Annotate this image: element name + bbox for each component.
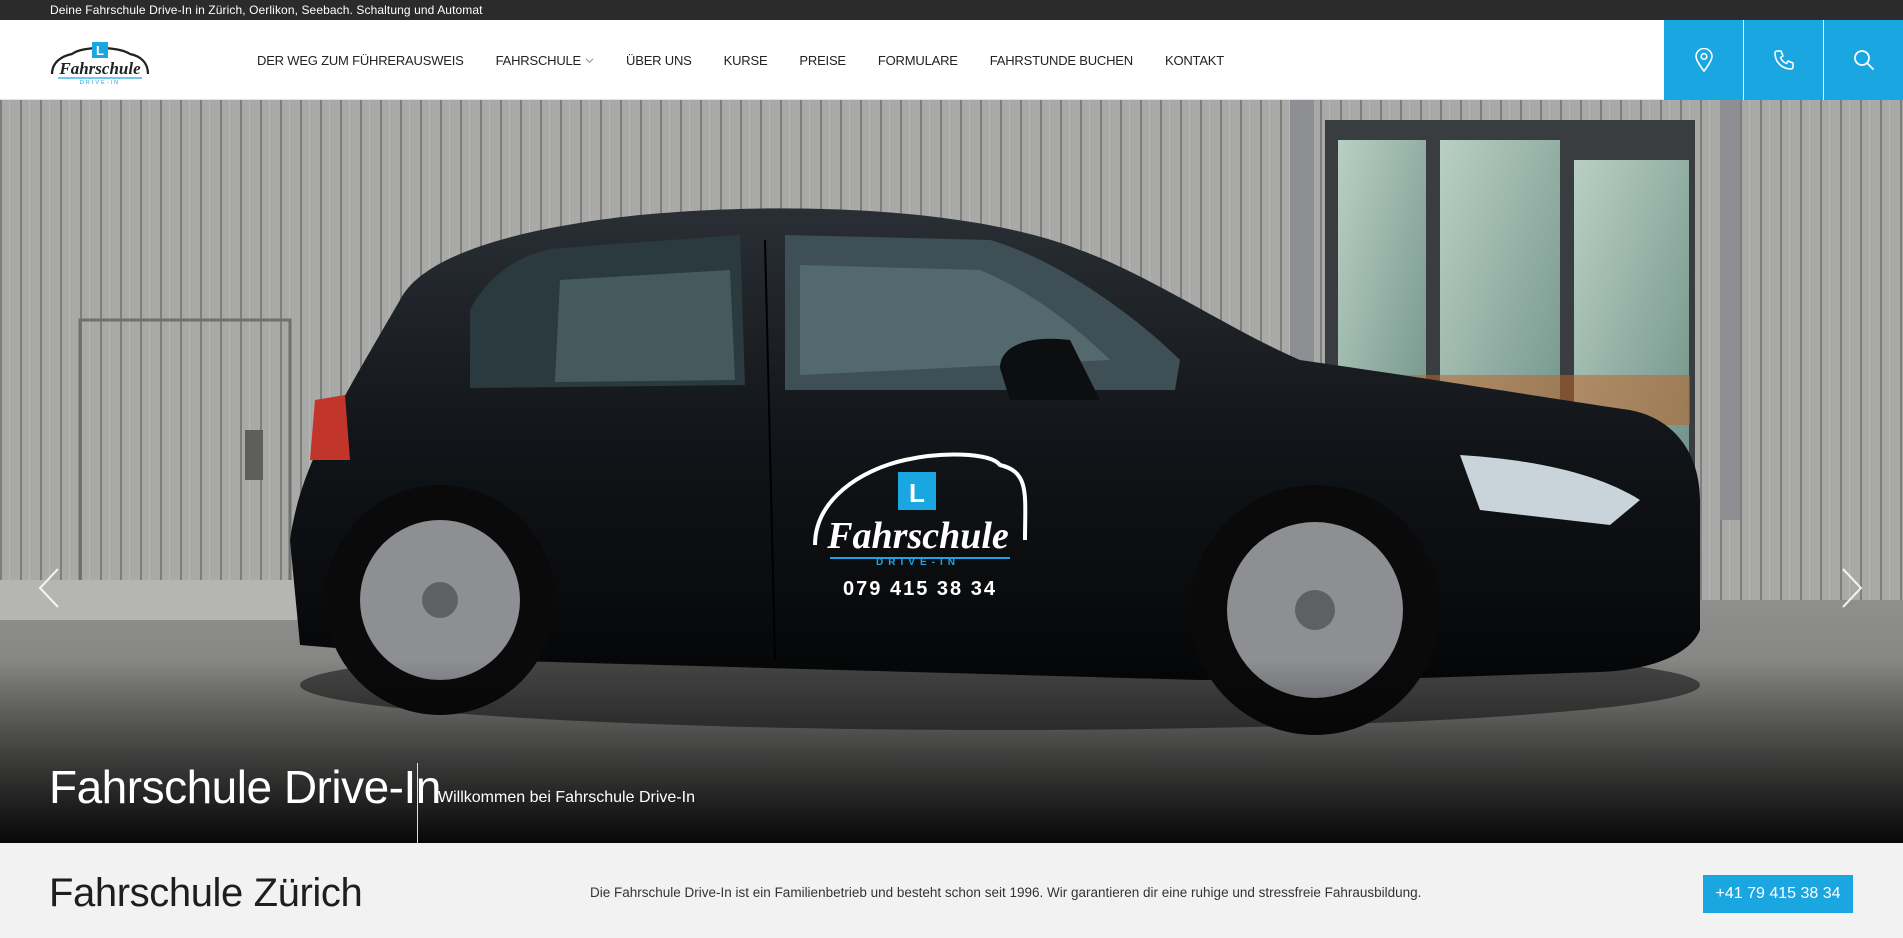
nav-label: Preise	[799, 52, 846, 68]
svg-text:Fahrschule: Fahrschule	[58, 59, 141, 78]
location-pin-icon	[1694, 48, 1713, 72]
nav-item-ueber-uns[interactable]: Über uns	[626, 53, 692, 68]
hero-subtitle: Willkommen bei Fahrschule Drive-In	[438, 789, 695, 806]
intro-text: Die Fahrschule Drive-In ist ein Familien…	[590, 885, 1422, 900]
header-action-buttons	[1664, 20, 1903, 100]
chevron-down-icon	[585, 57, 594, 63]
nav-item-preise[interactable]: Preise	[799, 52, 846, 68]
car-logo-text: Fahrschule	[826, 515, 1009, 557]
car-logo-sub: DRIVE-IN	[876, 557, 960, 568]
nav-item-weg-zum-fuehrerausweis[interactable]: Der Weg zum Führerausweis	[257, 53, 464, 68]
nav-label: Fahrschule	[495, 52, 582, 68]
top-info-bar: Deine Fahrschule Drive-In in Zürich, Oer…	[0, 0, 1903, 20]
search-button[interactable]	[1824, 20, 1903, 100]
nav-label: Fahrstunde buchen	[989, 52, 1133, 68]
nav-label: Der Weg zum Führerausweis	[257, 52, 464, 68]
intro-strip: Fahrschule Zürich Die Fahrschule Drive-I…	[0, 843, 1903, 938]
svg-text:L: L	[909, 478, 925, 508]
chevron-left-icon	[38, 568, 59, 608]
call-phone-button[interactable]: +41 79 415 38 34	[1703, 875, 1853, 913]
nav-label: Formulare	[877, 52, 958, 68]
site-logo[interactable]: L Fahrschule DRIVE-IN	[48, 40, 152, 86]
svg-text:DRIVE-IN: DRIVE-IN	[80, 80, 120, 86]
nav-label: Kontakt	[1164, 52, 1224, 68]
hero-car-image: L Fahrschule DRIVE-IN 079 415 38 34	[0, 100, 1903, 843]
nav-item-formulare[interactable]: Formulare	[878, 53, 958, 68]
site-header: L Fahrschule DRIVE-IN Der Weg zum Führer…	[0, 20, 1903, 100]
nav-label: Kurse	[723, 52, 768, 68]
nav-item-fahrschule[interactable]: Fahrschule	[496, 53, 594, 68]
hero-divider	[417, 763, 418, 843]
phone-icon	[1773, 50, 1794, 70]
slider-next-button[interactable]	[1837, 565, 1867, 611]
hero-slider: L Fahrschule DRIVE-IN 079 415 38 34 Fahr…	[0, 100, 1903, 843]
search-icon	[1853, 50, 1874, 71]
chevron-right-icon	[1842, 568, 1863, 608]
main-nav: Der Weg zum Führerausweis Fahrschule Übe…	[257, 20, 1256, 100]
nav-item-kontakt[interactable]: Kontakt	[1165, 53, 1224, 68]
nav-item-fahrstunde-buchen[interactable]: Fahrstunde buchen	[990, 53, 1133, 68]
nav-item-kurse[interactable]: Kurse	[724, 53, 768, 68]
top-info-text: Deine Fahrschule Drive-In in Zürich, Oer…	[50, 3, 483, 17]
svg-text:L: L	[96, 43, 104, 58]
hero-title: Fahrschule Drive-In	[49, 761, 441, 813]
intro-title: Fahrschule Zürich	[49, 871, 363, 915]
phone-button[interactable]	[1744, 20, 1823, 100]
location-button[interactable]	[1664, 20, 1743, 100]
car-phone-number: 079 415 38 34	[843, 578, 997, 600]
slider-prev-button[interactable]	[34, 565, 64, 611]
logo-car-icon: L Fahrschule DRIVE-IN	[50, 42, 150, 86]
nav-label: Über uns	[626, 52, 692, 68]
